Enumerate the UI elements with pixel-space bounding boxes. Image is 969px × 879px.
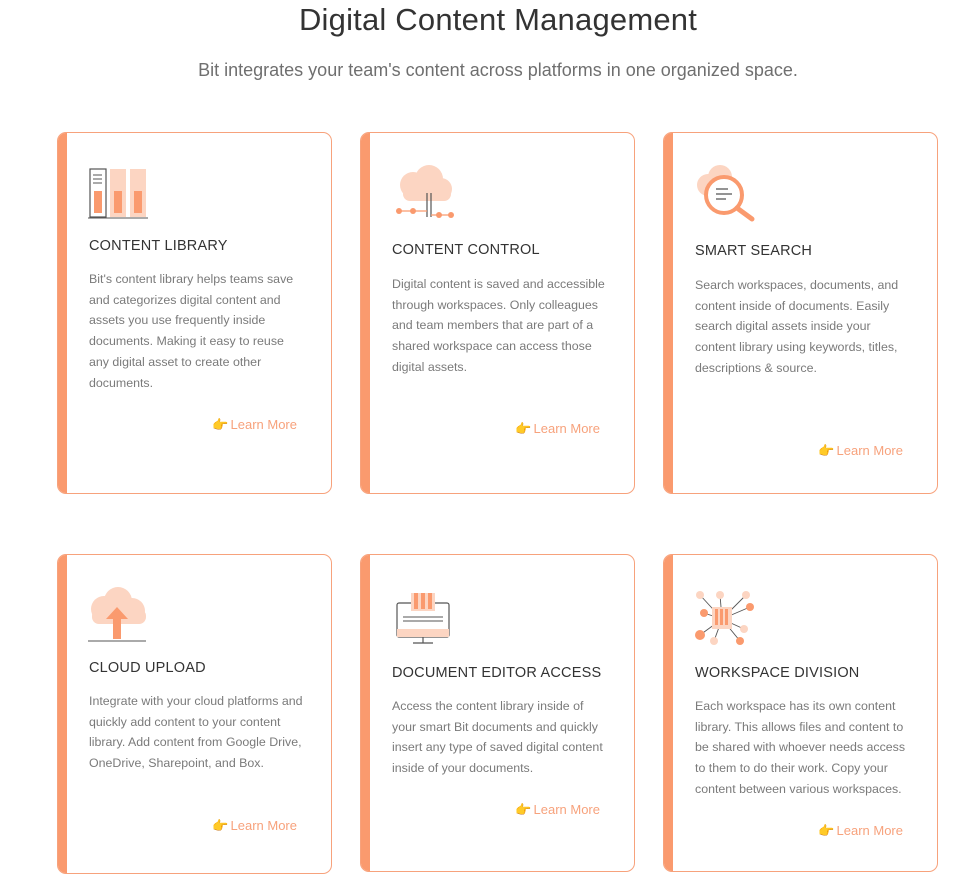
card-body: Access the content library inside of you… [392, 699, 603, 776]
learn-more-link[interactable]: 👉 Learn More [818, 823, 903, 839]
card-workspace-division: WORKSPACE DIVISION Each workspace has it… [663, 554, 938, 872]
card-title: SMART SEARCH [695, 243, 813, 259]
learn-more-link[interactable]: 👉 Learn More [515, 802, 600, 818]
cloud-search-icon [694, 163, 764, 223]
cloud-network-icon [391, 165, 461, 225]
card-content-control: CONTENT CONTROL Digital content is saved… [360, 132, 635, 494]
document-editor-icon [391, 589, 461, 649]
card-title: CONTENT LIBRARY [89, 238, 228, 254]
pointing-hand-icon: 👉 [515, 421, 532, 436]
card-body: Integrate with your cloud platforms and … [89, 694, 303, 771]
page-title: Digital Content Management [298, 2, 698, 37]
card-body: Bit's content library helps teams save a… [89, 272, 294, 390]
card-body: Digital content is saved and accessible … [392, 277, 605, 374]
card-body: Search workspaces, documents, and conten… [695, 278, 899, 375]
learn-more-link[interactable]: 👉 Learn More [818, 443, 903, 459]
pointing-hand-icon: 👉 [818, 443, 835, 458]
cloud-upload-icon [88, 587, 158, 647]
pointing-hand-icon: 👉 [212, 818, 229, 833]
card-cloud-upload: CLOUD UPLOAD Integrate with your cloud p… [57, 554, 332, 874]
card-content-library: CONTENT LIBRARY Bit's content library he… [57, 132, 332, 494]
pointing-hand-icon: 👉 [515, 802, 532, 817]
learn-more-link[interactable]: 👉 Learn More [515, 421, 600, 437]
page-subtitle: Bit integrates your team's content acros… [198, 60, 798, 80]
pointing-hand-icon: 👉 [818, 823, 835, 838]
card-document-editor-access: DOCUMENT EDITOR ACCESS Access the conten… [360, 554, 635, 872]
card-smart-search: SMART SEARCH Search workspaces, document… [663, 132, 938, 494]
card-body: Each workspace has its own content libra… [695, 699, 906, 796]
learn-more-link[interactable]: 👉 Learn More [212, 417, 297, 433]
card-title: CONTENT CONTROL [392, 242, 540, 258]
card-title: DOCUMENT EDITOR ACCESS [392, 665, 602, 681]
card-title: WORKSPACE DIVISION [695, 665, 860, 681]
card-title: CLOUD UPLOAD [89, 660, 206, 676]
workspace-network-icon [694, 589, 764, 649]
library-books-icon [88, 165, 158, 225]
learn-more-link[interactable]: 👉 Learn More [212, 818, 297, 834]
pointing-hand-icon: 👉 [212, 417, 229, 432]
